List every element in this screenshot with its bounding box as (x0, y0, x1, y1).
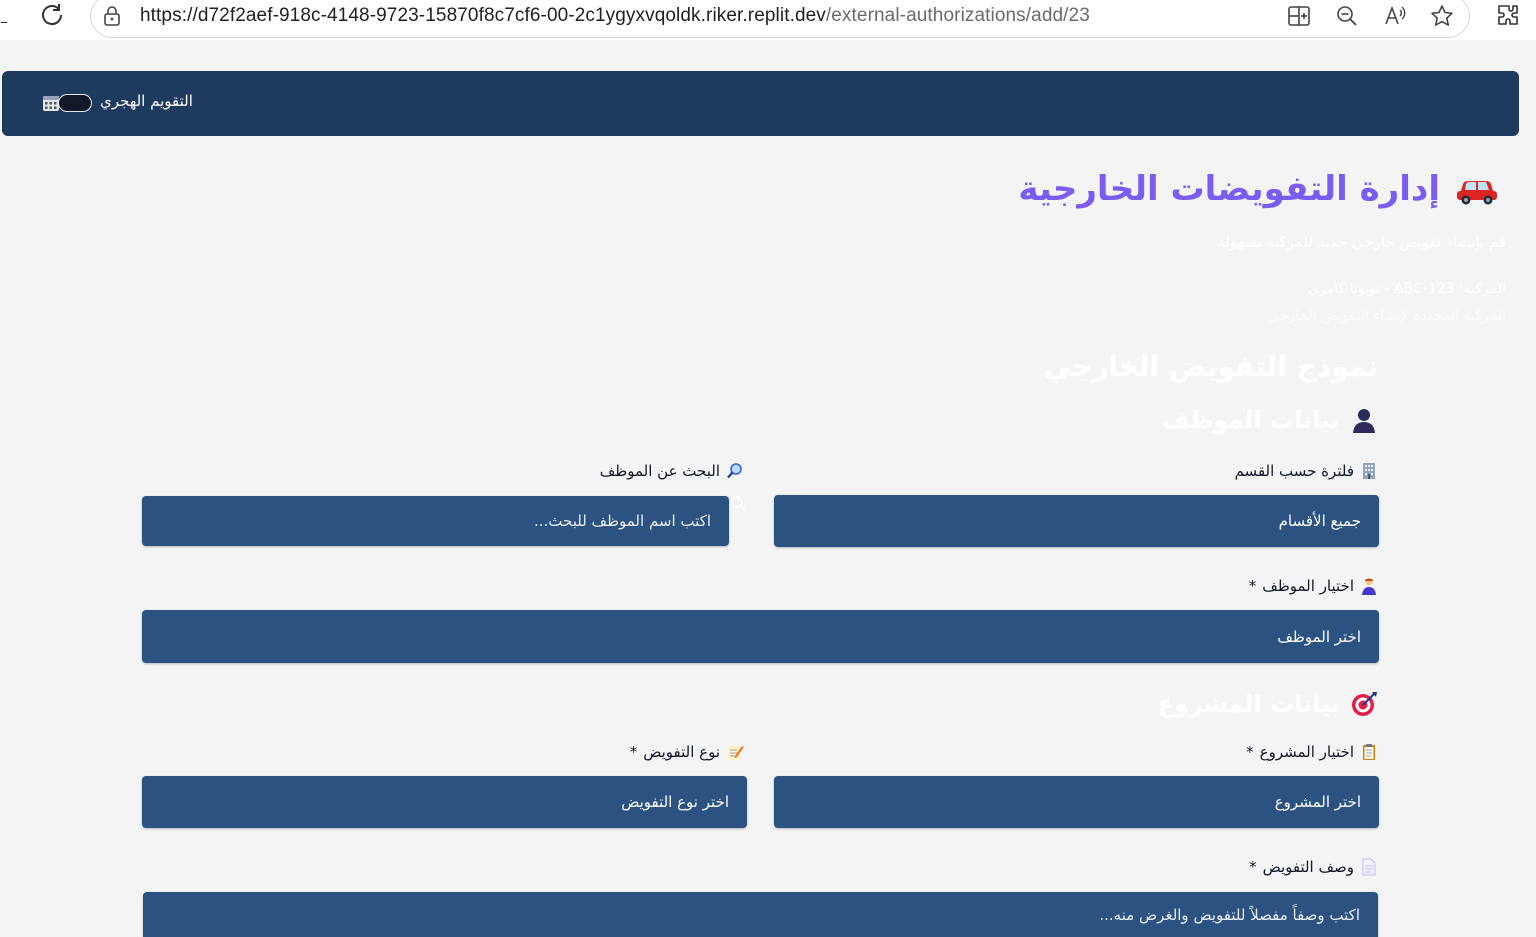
project-section-title: بيانات المشروع (1157, 690, 1340, 718)
project-select[interactable]: اختر المشروع (774, 776, 1379, 828)
employee-search-input[interactable]: اكتب اسم الموظف للبحث... (142, 496, 729, 546)
car-icon (1457, 181, 1497, 205)
hijri-calendar-label: التقويم الهجري (100, 92, 193, 110)
url-text[interactable]: https://d72f2aef-918c-4148-9723-15870f8c… (140, 5, 1090, 27)
selected-vehicle-hint: المركبة المحددة لإنشاء التفويض الخارجي (1268, 308, 1506, 324)
hijri-calendar-toggle[interactable] (58, 94, 92, 112)
description-label-text: وصف التفويض (1262, 858, 1354, 876)
browser-toolbar: – https://d72f2aef-918c-4148-9723-15870f… (0, 0, 1536, 40)
read-aloud-icon[interactable] (1381, 2, 1409, 30)
employee-search-placeholder: اكتب اسم الموظف للبحث... (534, 512, 711, 530)
required-mark: * (1248, 577, 1257, 595)
target-icon (1352, 692, 1377, 716)
person-icon (1353, 409, 1375, 433)
required-mark: * (1246, 743, 1254, 761)
selected-vehicle: المركبة: ABC-123 - تويوتا كامري (1308, 281, 1506, 297)
employee-search-label-text: البحث عن الموظف (599, 462, 720, 480)
zoom-out-icon[interactable] (1333, 2, 1361, 30)
department-filter-value: جميع الأقسام (1278, 512, 1361, 530)
app-navbar: التقويم الهجري (2, 71, 1519, 136)
worker-icon (1362, 578, 1376, 595)
required-mark: * (1249, 858, 1257, 876)
employee-section-title: بيانات الموظف (1162, 406, 1340, 434)
page-title-row: إدارة التفويضات الخارجية (1018, 164, 1500, 214)
document-icon (1362, 858, 1376, 876)
favorite-star-icon[interactable] (1428, 2, 1456, 30)
magnifier-icon (727, 463, 742, 479)
description-placeholder: اكتب وصفاً مفصلاً للتفويض والغرض منه... (1099, 905, 1360, 924)
employee-select[interactable]: اختر الموظف (142, 610, 1379, 663)
auth-type-select[interactable]: اختر نوع التفويض (142, 776, 747, 828)
employee-section-heading: بيانات الموظف (1162, 406, 1378, 434)
project-select-label-text: اختيار المشروع (1259, 743, 1354, 761)
department-filter-label: فلترة حسب القسم (1235, 462, 1378, 480)
page-subtitle: قم بإنشاء تفويض خارجي جديد للمركبة بسهول… (1217, 233, 1506, 251)
office-building-icon (1363, 463, 1375, 479)
window-edge-mark: – (0, 12, 8, 31)
search-icon (731, 496, 746, 511)
description-textarea[interactable]: اكتب وصفاً مفصلاً للتفويض والغرض منه... (143, 892, 1378, 937)
project-select-value: اختر المشروع (1274, 793, 1361, 811)
required-mark: * (629, 743, 638, 761)
auth-type-label: نوع التفويض * (630, 743, 744, 761)
url-path: /external-authorizations/add/23 (825, 5, 1090, 26)
auth-type-label-text: نوع التفويض (643, 743, 720, 761)
clipboard-icon (1363, 744, 1375, 760)
split-screen-icon[interactable] (1285, 2, 1313, 30)
employee-select-label-text: اختيار الموظف (1262, 577, 1354, 595)
extensions-icon[interactable] (1494, 2, 1522, 30)
department-filter-label-text: فلترة حسب القسم (1234, 462, 1354, 480)
lock-icon[interactable] (100, 4, 124, 28)
auth-type-select-value: اختر نوع التفويض (621, 793, 729, 811)
reload-icon[interactable] (38, 2, 68, 32)
employee-select-value: اختر الموظف (1277, 627, 1361, 646)
description-label: وصف التفويض * (1249, 858, 1378, 876)
project-section-heading: بيانات المشروع (1158, 690, 1378, 718)
department-filter-select[interactable]: جميع الأقسام (774, 495, 1379, 547)
page-title: إدارة التفويضات الخارجية (1018, 169, 1440, 209)
form-title: نموذج التفويض الخارجي (1043, 350, 1378, 383)
project-select-label: اختيار المشروع * (1246, 743, 1378, 761)
employee-select-label: اختيار الموظف * (1249, 577, 1378, 595)
memo-icon (728, 746, 744, 760)
employee-search-label: البحث عن الموظف (600, 462, 744, 480)
url-host: https://d72f2aef-918c-4148-9723-15870f8c… (140, 5, 826, 26)
